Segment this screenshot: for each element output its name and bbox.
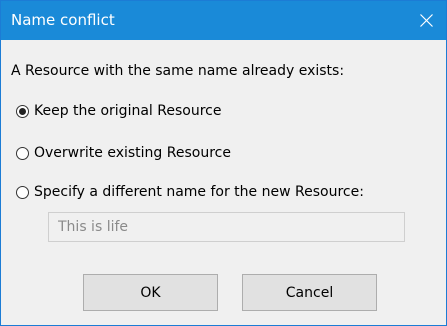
- rename-label: Specify a different name for the new Res…: [34, 183, 364, 200]
- cancel-button[interactable]: Cancel: [242, 274, 377, 311]
- overwrite-option[interactable]: Overwrite existing Resource: [16, 143, 231, 163]
- new-name-input[interactable]: [48, 212, 405, 242]
- close-button[interactable]: [406, 1, 446, 40]
- close-icon: [420, 14, 433, 27]
- title-bar[interactable]: Name conflict: [1, 1, 446, 40]
- overwrite-label: Overwrite existing Resource: [34, 144, 231, 161]
- overwrite-radio[interactable]: [16, 146, 29, 160]
- ok-button[interactable]: OK: [83, 274, 218, 311]
- window-title: Name conflict: [11, 11, 115, 29]
- conflict-message: A Resource with the same name already ex…: [11, 63, 345, 79]
- keep-original-option[interactable]: Keep the original Resource: [16, 101, 221, 121]
- rename-radio[interactable]: [16, 185, 29, 199]
- keep-original-label: Keep the original Resource: [34, 102, 222, 119]
- rename-option[interactable]: Specify a different name for the new Res…: [16, 182, 364, 202]
- name-conflict-dialog: Name conflict A Resource with the same n…: [0, 0, 447, 326]
- keep-original-radio[interactable]: [16, 104, 29, 118]
